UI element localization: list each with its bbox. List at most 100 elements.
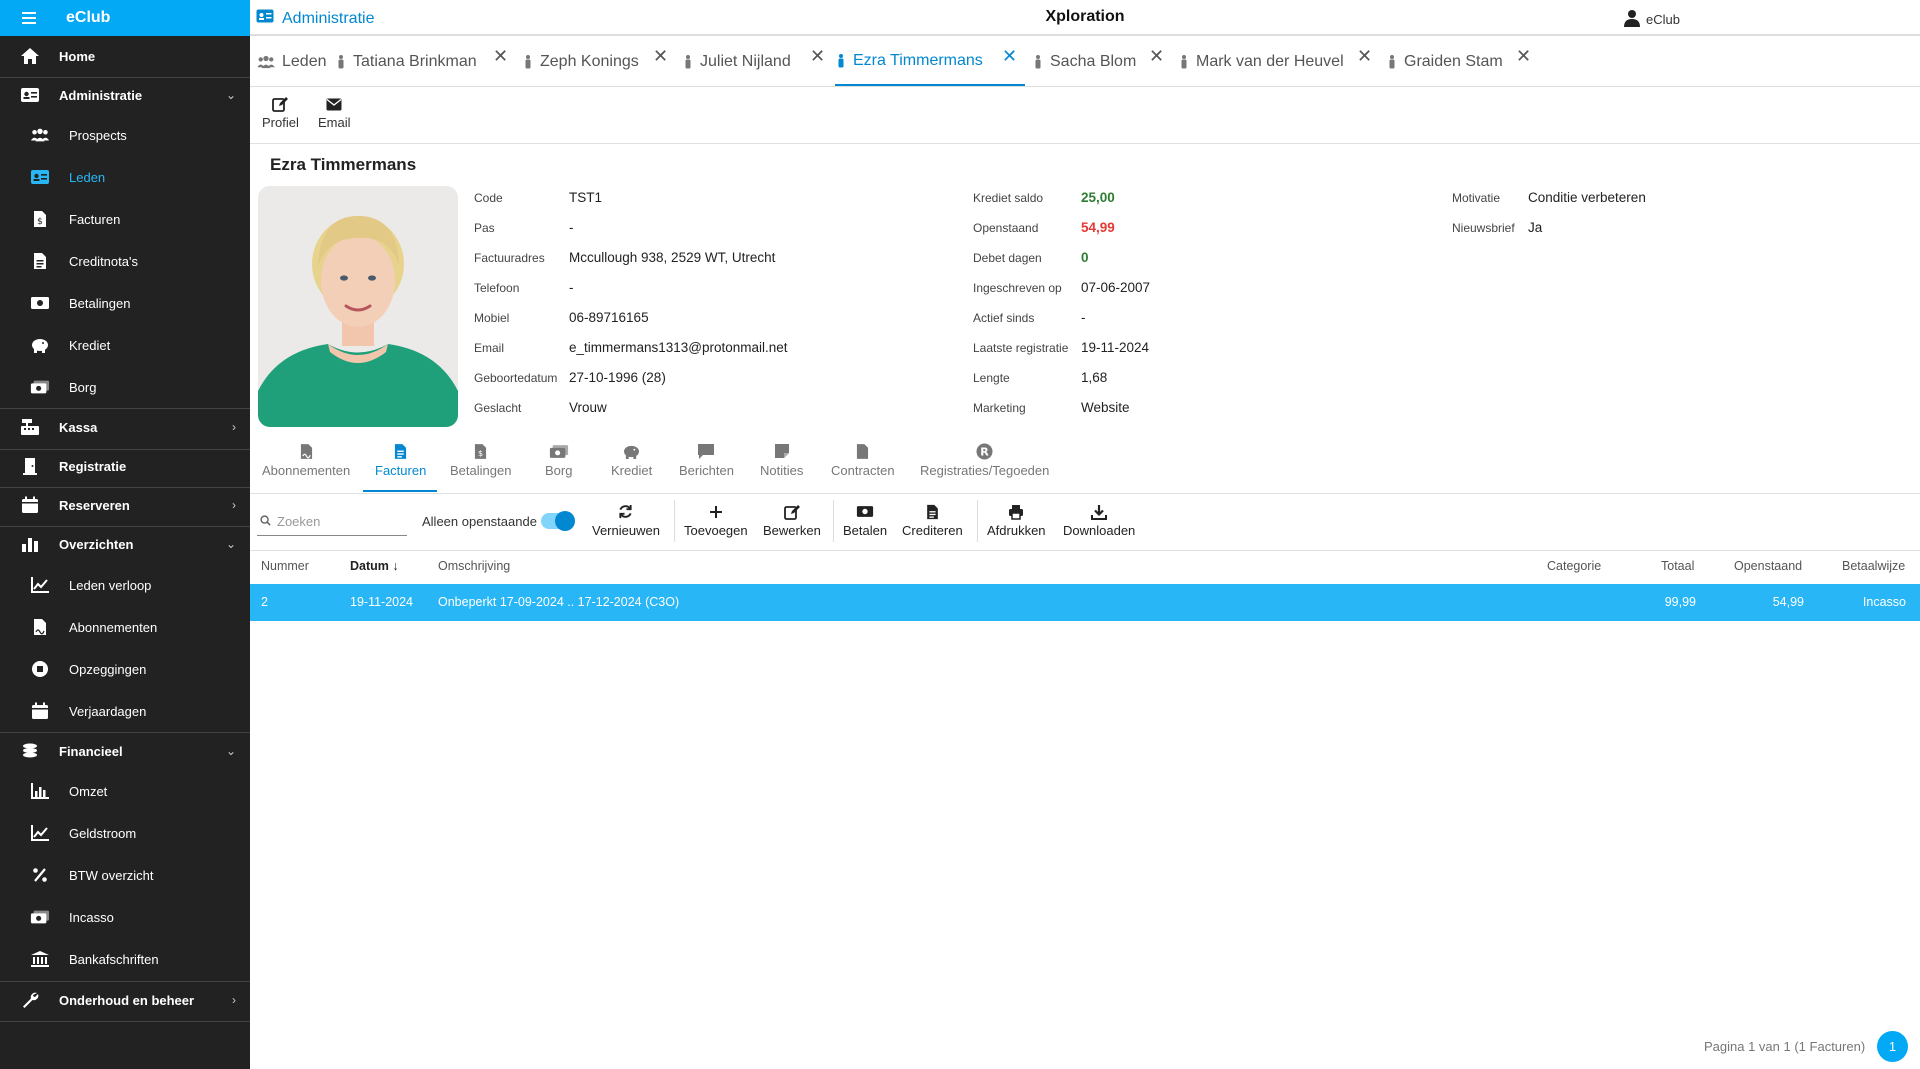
nieuwsbrief-label: Nieuwsbrief [1452,221,1515,235]
file-contract-icon [30,617,50,637]
sidebar-item-bankafschriften[interactable]: Bankafschriften [0,948,250,970]
door-icon [20,456,40,476]
sidebar-item-facturen[interactable]: $ Facturen [0,208,250,230]
sidebar-group-financieel[interactable]: Financieel ⌄ [0,740,250,762]
sidebar-item-label: Leden verloop [69,577,152,593]
money-bill-icon [856,503,874,520]
close-icon[interactable]: ✕ [493,46,508,67]
tab-member-sacha-blom[interactable]: Sacha Blom [1032,38,1136,86]
sidebar-item-creditnotas[interactable]: Creditnota's [0,250,250,272]
sidebar-item-abonnementen[interactable]: Abonnementen [0,616,250,638]
open-only-toggle[interactable] [541,511,575,531]
sidebar-item-registratie[interactable]: Registratie [0,455,250,477]
chevron-right-icon: › [232,498,236,512]
sidebar-item-opzeggingen[interactable]: Opzeggingen [0,658,250,680]
tab-label: Krediet [611,463,653,478]
open-only-toggle-label: Alleen openstaande [422,514,537,529]
sidebar-item-verjaardagen[interactable]: Verjaardagen [0,700,250,722]
search-field[interactable] [257,508,407,536]
tab-member-zeph-konings[interactable]: Zeph Konings [522,38,639,86]
motivatie-value: Conditie verbeteren [1528,190,1646,205]
tab-krediet[interactable]: Krediet [611,442,652,478]
sidebar-item-label: Incasso [69,909,114,925]
tab-contracten[interactable]: Contracten [831,442,895,478]
column-header-nummer[interactable]: Nummer [261,559,309,573]
edit-button[interactable]: Bewerken [763,503,821,538]
profile-button[interactable]: Profiel [262,96,299,130]
money-bills-icon [30,377,50,397]
krediet-saldo-label: Krediet saldo [973,191,1044,205]
tab-betalingen[interactable]: $ Betalingen [450,442,511,478]
tab-borg[interactable]: Borg [545,442,572,478]
tab-member-juliet-nijland[interactable]: Juliet Nijland [682,38,791,86]
menu-icon[interactable] [22,12,36,24]
tab-member-graiden-stam[interactable]: Graiden Stam [1386,38,1503,86]
column-header-totaal[interactable]: Totaal [1661,559,1694,573]
sidebar-item-betalingen[interactable]: Betalingen [0,292,250,314]
sidebar-group-kassa[interactable]: Kassa › [0,416,250,438]
refresh-button[interactable]: Vernieuwen [592,503,660,538]
tab-leden[interactable]: Leden [256,38,327,86]
sidebar-group-administratie[interactable]: Administratie ⌄ [0,84,250,106]
ingeschreven-op-label: Ingeschreven op [973,281,1062,295]
sidebar-group-overzichten[interactable]: Overzichten ⌄ [0,533,250,555]
sidebar-item-incasso[interactable]: Incasso [0,906,250,928]
sidebar-item-leden-verloop[interactable]: Leden verloop [0,574,250,596]
tab-facturen[interactable]: Facturen [375,442,426,478]
page-button[interactable]: 1 [1877,1031,1908,1062]
tab-notities[interactable]: Notities [760,442,803,478]
close-icon[interactable]: ✕ [653,46,668,67]
table-row[interactable]: 2 19-11-2024 Onbeperkt 17-09-2024 .. 17-… [250,584,1920,621]
ingeschreven-op-value: 07-06-2007 [1081,280,1151,295]
piggy-bank-icon [622,442,641,460]
credit-button[interactable]: Crediteren [902,503,963,538]
tab-registraties-tegoeden[interactable]: R Registraties/Tegoeden [920,442,1049,478]
add-button[interactable]: Toevoegen [684,503,748,538]
tab-member-tatiana-brinkman[interactable]: Tatiana Brinkman [335,38,477,86]
user-menu[interactable]: eClub [1624,9,1680,30]
tab-abonnementen[interactable]: Abonnementen [262,442,350,478]
tab-berichten[interactable]: Berichten [679,442,734,478]
tab-member-ezra-timmermans[interactable]: Ezra Timmermans [835,38,1025,86]
edit-button-label: Bewerken [763,523,821,538]
sidebar-group-reserveren[interactable]: Reserveren › [0,494,250,516]
print-button-label: Afdrukken [987,523,1046,538]
print-button[interactable]: Afdrukken [987,503,1046,538]
sidebar-item-krediet[interactable]: Krediet [0,334,250,356]
sidebar-item-home[interactable]: Home [0,45,250,67]
column-header-betaalwijze[interactable]: Betaalwijze [1842,559,1905,573]
tab-label: Sacha Blom [1050,53,1137,70]
user-icon [1624,9,1640,30]
close-icon[interactable]: ✕ [810,46,825,67]
email-button[interactable]: Email [318,96,351,130]
sidebar-item-omzet[interactable]: Omzet [0,780,250,802]
column-header-datum[interactable]: Datum ↓ [350,559,399,573]
column-header-categorie[interactable]: Categorie [1547,559,1601,573]
sidebar-item-leden[interactable]: Leden [0,166,250,188]
sidebar-item-geldstroom[interactable]: Geldstroom [0,822,250,844]
cell-totaal: 99,99 [1664,595,1696,609]
tab-member-mark-van-der-heuvel[interactable]: Mark van der Heuvel [1178,38,1344,86]
close-icon[interactable]: ✕ [1149,46,1164,67]
sidebar-item-btw[interactable]: BTW overzicht [0,864,250,886]
marketing-label: Marketing [973,401,1026,415]
column-header-openstaand[interactable]: Openstaand [1734,559,1802,573]
sidebar-group-onderhoud[interactable]: Onderhoud en beheer › [0,989,250,1011]
close-icon[interactable]: ✕ [1357,46,1372,67]
download-button[interactable]: Downloaden [1063,503,1135,538]
sidebar-item-label: Reserveren [59,497,130,513]
home-icon [20,46,40,66]
sidebar-item-prospects[interactable]: Prospects [0,124,250,146]
pay-button[interactable]: Betalen [843,503,887,538]
sidebar-item-label: Borg [69,379,97,395]
profile-button-label: Profiel [262,115,299,130]
close-icon[interactable]: ✕ [1516,46,1531,67]
search-input[interactable] [277,514,397,529]
column-header-omschrijving[interactable]: Omschrijving [438,559,510,573]
sidebar-item-borg[interactable]: Borg [0,376,250,398]
piggy-bank-icon [30,335,50,355]
pas-label: Pas [474,221,495,235]
close-icon[interactable]: ✕ [1002,46,1017,67]
wrench-icon [20,990,40,1010]
tab-label: Notities [760,463,804,478]
